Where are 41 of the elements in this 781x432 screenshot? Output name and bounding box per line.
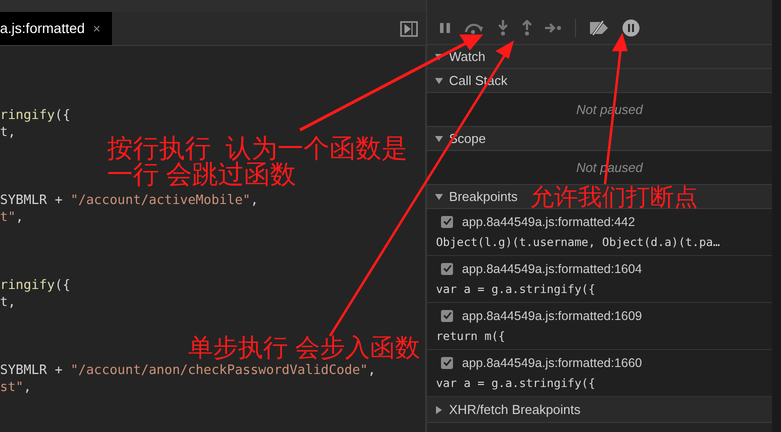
pause-on-exceptions-icon[interactable]	[622, 19, 640, 37]
expanded-triangle-icon	[435, 76, 443, 84]
breakpoint-code: var a = g.a.stringify({	[436, 375, 596, 392]
annotation-text: 按行执行 认为一个函数是	[107, 135, 408, 161]
step-into-icon[interactable]	[497, 20, 509, 36]
code-line: t,	[0, 125, 16, 140]
code-line: SYBMLR + "/account/anon/checkPasswordValidCode",	[0, 363, 376, 378]
tab-label: a.js:formatted	[0, 19, 85, 38]
close-button[interactable]: ×	[92, 18, 100, 38]
breakpoint-location[interactable]: app.8a44549a.js:formatted:1604	[462, 260, 642, 278]
code-line: st",	[0, 380, 32, 395]
expanded-triangle-icon	[435, 134, 443, 142]
annotation-text: 一行 会跳过函数	[107, 161, 296, 187]
breakpoint-code: Object(l.g)(t.username, Object(d.a)(t.pa…	[436, 234, 721, 252]
collapsed-triangle-icon	[435, 406, 443, 414]
file-tab[interactable]: a.js:formatted ×	[0, 12, 112, 45]
step-out-icon[interactable]	[521, 20, 533, 36]
code-line: ringify({	[0, 278, 70, 293]
code-line: t",	[0, 210, 24, 225]
breakpoint-code: var a = g.a.stringify({	[436, 281, 596, 298]
breakpoint-location[interactable]: app.8a44549a.js:formatted:442	[462, 212, 636, 232]
section-header[interactable]: Watch	[427, 45, 772, 69]
step-icon[interactable]	[545, 23, 563, 33]
breakpoint-location[interactable]: app.8a44549a.js:formatted:1609	[462, 306, 642, 326]
expanded-triangle-icon	[435, 192, 443, 200]
checkbox[interactable]	[441, 216, 453, 228]
breakpoint-location[interactable]: app.8a44549a.js:formatted:1660	[462, 354, 642, 372]
deactivate-breakpoints-icon[interactable]	[588, 20, 610, 36]
code-line: SYBMLR + "/account/activeMobile",	[0, 193, 258, 208]
section-header[interactable]: XHR/fetch Breakpoints	[427, 397, 772, 423]
annotation-text: 允许我们打断点	[530, 186, 698, 210]
toggle-panel-icon[interactable]	[400, 20, 418, 36]
annotation-text: 单步执行 会步入函数	[188, 336, 420, 361]
checkbox[interactable]	[441, 262, 453, 275]
pause-icon[interactable]	[439, 22, 451, 34]
code-line: ringify({	[0, 108, 70, 123]
code-line: t,	[0, 295, 16, 310]
step-over-icon[interactable]	[463, 21, 485, 35]
breakpoint-code: return m({	[436, 328, 506, 346]
checkbox[interactable]	[441, 356, 453, 369]
checkbox[interactable]	[441, 310, 453, 322]
